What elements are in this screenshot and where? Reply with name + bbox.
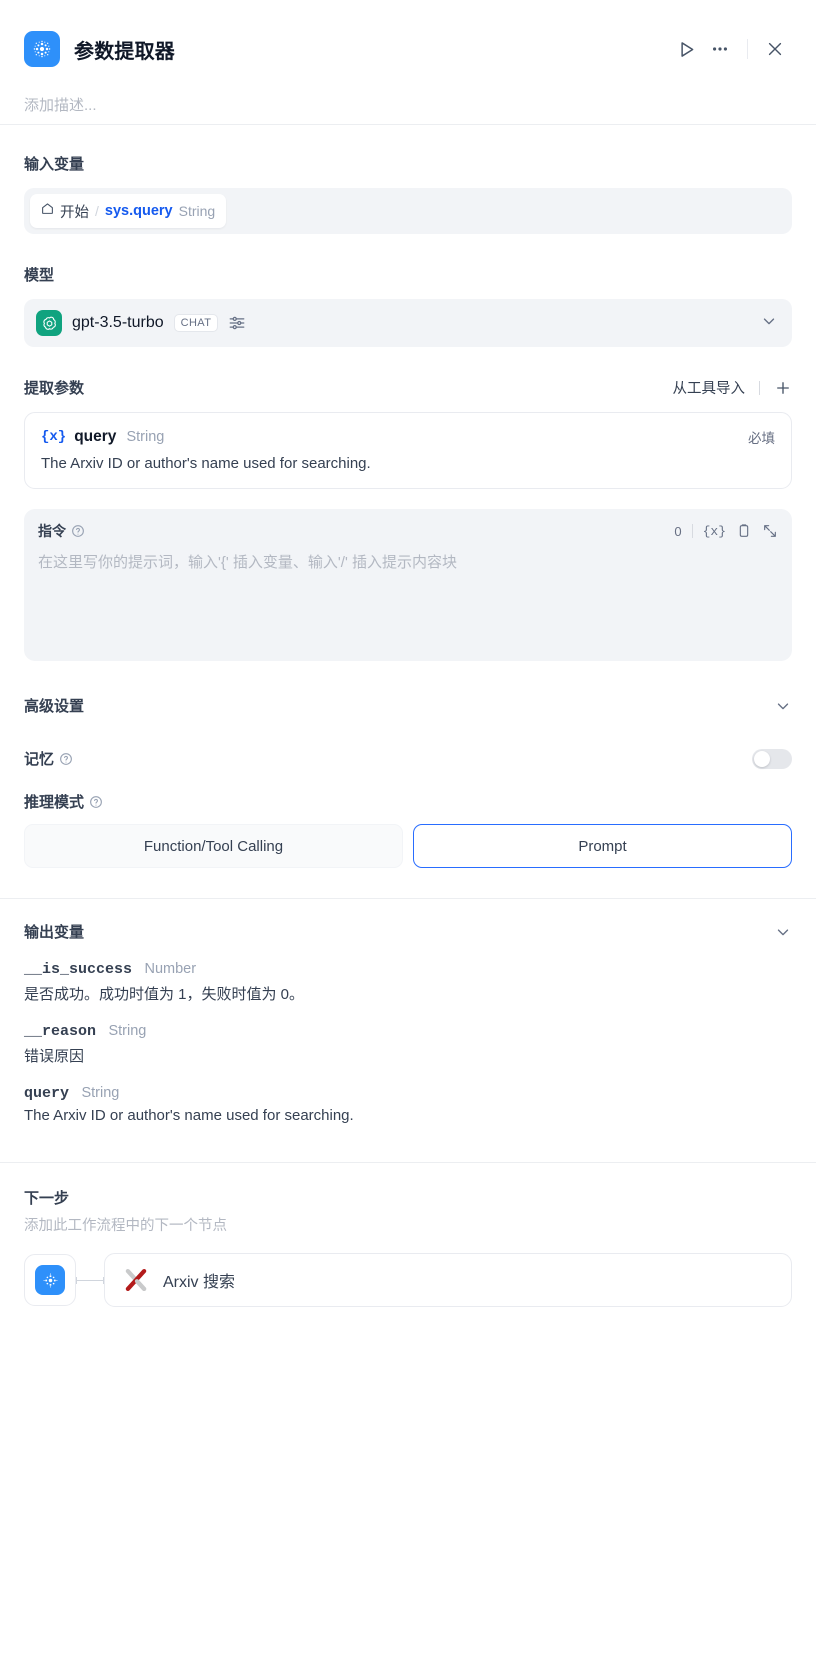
output-variable-header: __reason String: [24, 1022, 792, 1040]
description-input[interactable]: 添加描述...: [0, 78, 816, 124]
reasoning-mode-row: 推理模式 Function/Tool Calling Prompt: [24, 791, 792, 868]
reasoning-mode-label: 推理模式: [24, 791, 84, 812]
sliders-icon[interactable]: [228, 314, 246, 332]
output-variable-header: __is_success Number: [24, 960, 792, 978]
output-variable-name: query: [24, 1085, 69, 1102]
model-name: gpt-3.5-turbo: [72, 314, 164, 332]
instruction-char-count: 0: [674, 524, 681, 539]
help-circle-icon[interactable]: [59, 752, 73, 766]
output-variable-description: 错误原因: [24, 1045, 792, 1066]
next-step-node-label: Arxiv 搜索: [163, 1268, 235, 1292]
braces-icon[interactable]: {x}: [703, 524, 726, 539]
output-variable-name: __reason: [24, 1023, 96, 1040]
extract-param-header: {x} query String 必填: [41, 427, 775, 447]
next-step-node-card[interactable]: Arxiv 搜索: [104, 1253, 792, 1307]
node-grid-icon: [24, 31, 60, 67]
extract-params-header: 提取参数 从工具导入: [24, 377, 792, 398]
play-icon[interactable]: [669, 32, 703, 66]
output-variable-header: query String: [24, 1084, 792, 1102]
chevron-down-icon[interactable]: [774, 923, 792, 941]
output-variable-item: __is_success Number 是否成功。成功时值为 1，失败时值为 0…: [24, 960, 792, 1004]
output-variable-description: The Arxiv ID or author's name used for s…: [24, 1107, 792, 1124]
input-variable-name: sys.query: [105, 203, 173, 219]
memory-label-group: 记忆: [24, 748, 73, 769]
instruction-box[interactable]: 指令 0 {x}: [24, 509, 792, 661]
more-horizontal-icon[interactable]: [703, 32, 737, 66]
input-variable-node: 开始: [60, 201, 89, 222]
extract-param-name: query: [74, 428, 116, 446]
help-circle-icon[interactable]: [71, 524, 85, 538]
output-variables-header[interactable]: 输出变量: [24, 921, 792, 942]
input-variables-section: 输入变量 开始 / sys.query String: [0, 125, 816, 234]
extract-params-divider: [759, 381, 760, 395]
extract-param-card[interactable]: {x} query String 必填 The Arxiv ID or auth…: [24, 412, 792, 489]
input-variable-separator: /: [95, 203, 99, 219]
next-step-label: 下一步: [24, 1187, 792, 1208]
next-step-row: Arxiv 搜索: [24, 1253, 792, 1307]
chevron-down-icon[interactable]: [760, 312, 778, 335]
advanced-settings-label: 高级设置: [24, 695, 84, 716]
advanced-settings-header[interactable]: 高级设置: [24, 695, 792, 716]
model-label: 模型: [24, 264, 792, 285]
node-connector: [76, 1280, 104, 1281]
instruction-header: 指令 0 {x}: [38, 521, 778, 541]
instruction-toolbar: 0 {x}: [674, 523, 778, 539]
openai-icon: [36, 310, 62, 336]
extract-param-description: The Arxiv ID or author's name used for s…: [41, 455, 775, 472]
input-variables-box: 开始 / sys.query String: [24, 188, 792, 234]
output-variable-name: __is_success: [24, 961, 132, 978]
close-icon[interactable]: [758, 32, 792, 66]
copy-icon[interactable]: [736, 523, 752, 539]
extract-param-type: String: [126, 429, 164, 445]
reasoning-mode-label-group: 推理模式: [24, 791, 792, 812]
extract-param-required-badge: 必填: [748, 427, 775, 447]
home-icon: [41, 202, 54, 220]
import-from-tool-button[interactable]: 从工具导入: [673, 377, 746, 398]
advanced-settings-section: 高级设置 记忆 推理模式: [0, 661, 816, 868]
next-step-section: 下一步 添加此工作流程中的下一个节点: [0, 1163, 816, 1307]
arxiv-icon: [123, 1267, 149, 1293]
instruction-placeholder: 在这里写你的提示词，输入'{' 插入变量、输入'/' 插入提示内容块: [38, 551, 778, 576]
extract-params-section: 提取参数 从工具导入 {x} query String 必填 The Arxiv…: [0, 347, 816, 661]
extract-params-label: 提取参数: [24, 377, 84, 398]
current-node-handle[interactable]: [24, 1254, 76, 1306]
model-section: 模型 gpt-3.5-turbo CHAT: [0, 234, 816, 347]
node-detail-panel: 参数提取器 添加描述... 输入变量 开始 / sys.query: [0, 0, 816, 1680]
output-variable-item: query String The Arxiv ID or author's na…: [24, 1084, 792, 1124]
output-variables-label: 输出变量: [24, 921, 84, 942]
model-type-badge: CHAT: [174, 314, 219, 332]
reasoning-mode-option-function-tool-calling[interactable]: Function/Tool Calling: [24, 824, 403, 868]
output-variables-section: 输出变量 __is_success Number 是否成功。成功时值为 1，失败…: [0, 899, 816, 1124]
memory-toggle[interactable]: [752, 749, 792, 769]
instruction-label: 指令: [38, 521, 66, 541]
input-variables-label: 输入变量: [24, 153, 792, 174]
braces-icon: {x}: [41, 429, 66, 445]
output-variable-description: 是否成功。成功时值为 1，失败时值为 0。: [24, 983, 792, 1004]
output-variable-item: __reason String 错误原因: [24, 1022, 792, 1066]
instruction-toolbar-divider: [692, 524, 693, 538]
memory-label: 记忆: [24, 748, 54, 769]
output-variable-type: Number: [144, 961, 196, 977]
input-variable-type: String: [179, 203, 216, 219]
reasoning-mode-option-prompt[interactable]: Prompt: [413, 824, 792, 868]
reasoning-mode-options: Function/Tool Calling Prompt: [24, 824, 792, 868]
node-grid-icon: [35, 1265, 65, 1295]
page-title: 参数提取器: [74, 35, 175, 64]
output-variable-type: String: [108, 1023, 146, 1039]
chevron-down-icon[interactable]: [774, 697, 792, 715]
memory-row: 记忆: [24, 748, 792, 769]
help-circle-icon[interactable]: [89, 795, 103, 809]
output-variable-type: String: [81, 1085, 119, 1101]
header-divider: [747, 39, 748, 59]
plus-icon[interactable]: [774, 379, 792, 397]
next-step-subtitle: 添加此工作流程中的下一个节点: [24, 1214, 792, 1235]
model-selector[interactable]: gpt-3.5-turbo CHAT: [24, 299, 792, 347]
expand-icon[interactable]: [762, 523, 778, 539]
memory-toggle-knob: [754, 751, 770, 767]
input-variable-pill[interactable]: 开始 / sys.query String: [30, 194, 226, 228]
panel-header: 参数提取器: [0, 0, 816, 78]
